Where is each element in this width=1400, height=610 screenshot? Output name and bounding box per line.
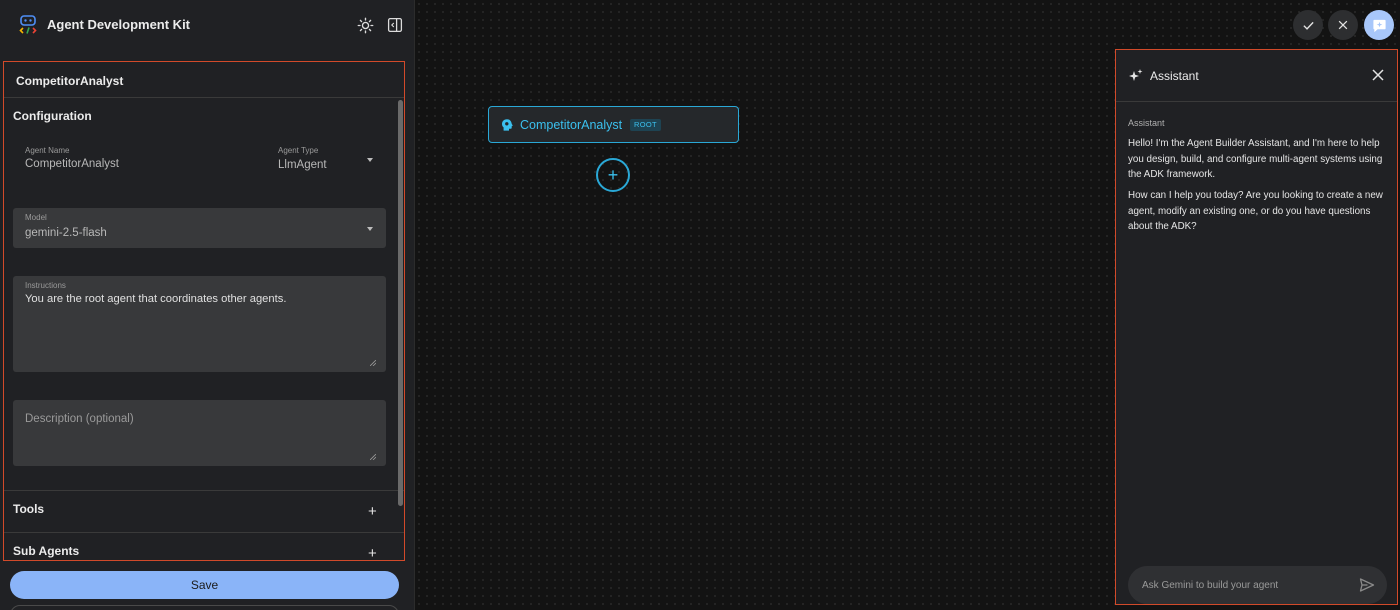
theme-toggle-button[interactable] [355,15,375,35]
description-placeholder: Description (optional) [25,413,134,425]
close-icon[interactable] [1371,68,1385,82]
chat-input-box[interactable] [1128,566,1387,604]
agent-config-panel: CompetitorAnalyst Configuration Agent Na… [3,61,405,561]
agent-node-name: CompetitorAnalyst [520,118,623,132]
divider [4,532,404,533]
confirm-button[interactable] [1293,10,1323,40]
cancel-button[interactable] [1328,10,1358,40]
add-sub-agent-button[interactable]: + [368,546,377,560]
add-tool-button[interactable]: + [368,504,377,519]
agent-name-value[interactable]: CompetitorAnalyst [25,158,119,170]
configuration-heading[interactable]: Configuration [13,109,92,123]
instructions-textarea[interactable]: Instructions You are the root agent that… [13,276,386,372]
description-textarea[interactable]: Description (optional) [13,400,386,466]
sub-agents-heading[interactable]: Sub Agents [13,544,79,558]
chevron-down-icon [367,227,373,231]
assistant-message: How can I help you today? Are you lookin… [1128,190,1383,232]
assistant-panel: Assistant Assistant Hello! I'm the Agent… [1115,49,1398,605]
sidebar-collapse-icon [387,17,403,33]
chat-input[interactable] [1142,577,1352,593]
panel-title: CompetitorAnalyst [16,74,124,88]
assistant-icon [1372,19,1386,32]
panel-scrollbar[interactable] [398,100,403,506]
assistant-title: Assistant [1150,69,1199,83]
chevron-down-icon [367,158,373,162]
agent-name-label: Agent Name [25,146,70,155]
save-button[interactable]: Save [10,571,399,599]
model-select[interactable]: Model gemini-2.5-flash [13,208,386,248]
tools-heading[interactable]: Tools [13,502,44,516]
panel-header: CompetitorAnalyst [4,62,404,98]
sparkle-icon [1129,69,1143,81]
app-title: Agent Development Kit [47,17,191,32]
agent-type-label: Agent Type [278,146,319,155]
add-node-button[interactable]: + [596,158,630,192]
brain-icon [502,119,513,131]
collapse-sidebar-button[interactable] [385,15,405,35]
resize-handle-icon[interactable] [370,360,376,366]
assistant-message: Hello! I'm the Agent Builder Assistant, … [1128,138,1383,180]
divider [4,490,404,491]
assistant-toggle-button[interactable] [1364,10,1394,40]
left-sidebar: Agent Development Kit CompetitorAnalyst … [0,0,415,610]
agent-node-root[interactable]: CompetitorAnalyst ROOT [488,106,739,143]
instructions-value: You are the root agent that coordinates … [25,293,287,305]
check-icon [1302,21,1314,30]
model-label: Model [25,213,47,222]
close-icon [1338,20,1348,30]
app-root: Agent Development Kit CompetitorAnalyst … [0,0,1400,610]
top-bar: Agent Development Kit [0,0,415,50]
assistant-header: Assistant [1116,50,1397,102]
adk-logo-icon [19,15,37,34]
model-value: gemini-2.5-flash [25,227,107,239]
resize-handle-icon[interactable] [370,454,376,460]
secondary-button[interactable] [10,605,399,610]
agent-type-value[interactable]: LlmAgent [278,159,327,171]
sun-icon [357,17,373,33]
message-author: Assistant [1128,118,1165,128]
root-badge: ROOT [630,119,661,131]
instructions-label: Instructions [25,281,66,290]
send-icon[interactable] [1359,577,1375,593]
